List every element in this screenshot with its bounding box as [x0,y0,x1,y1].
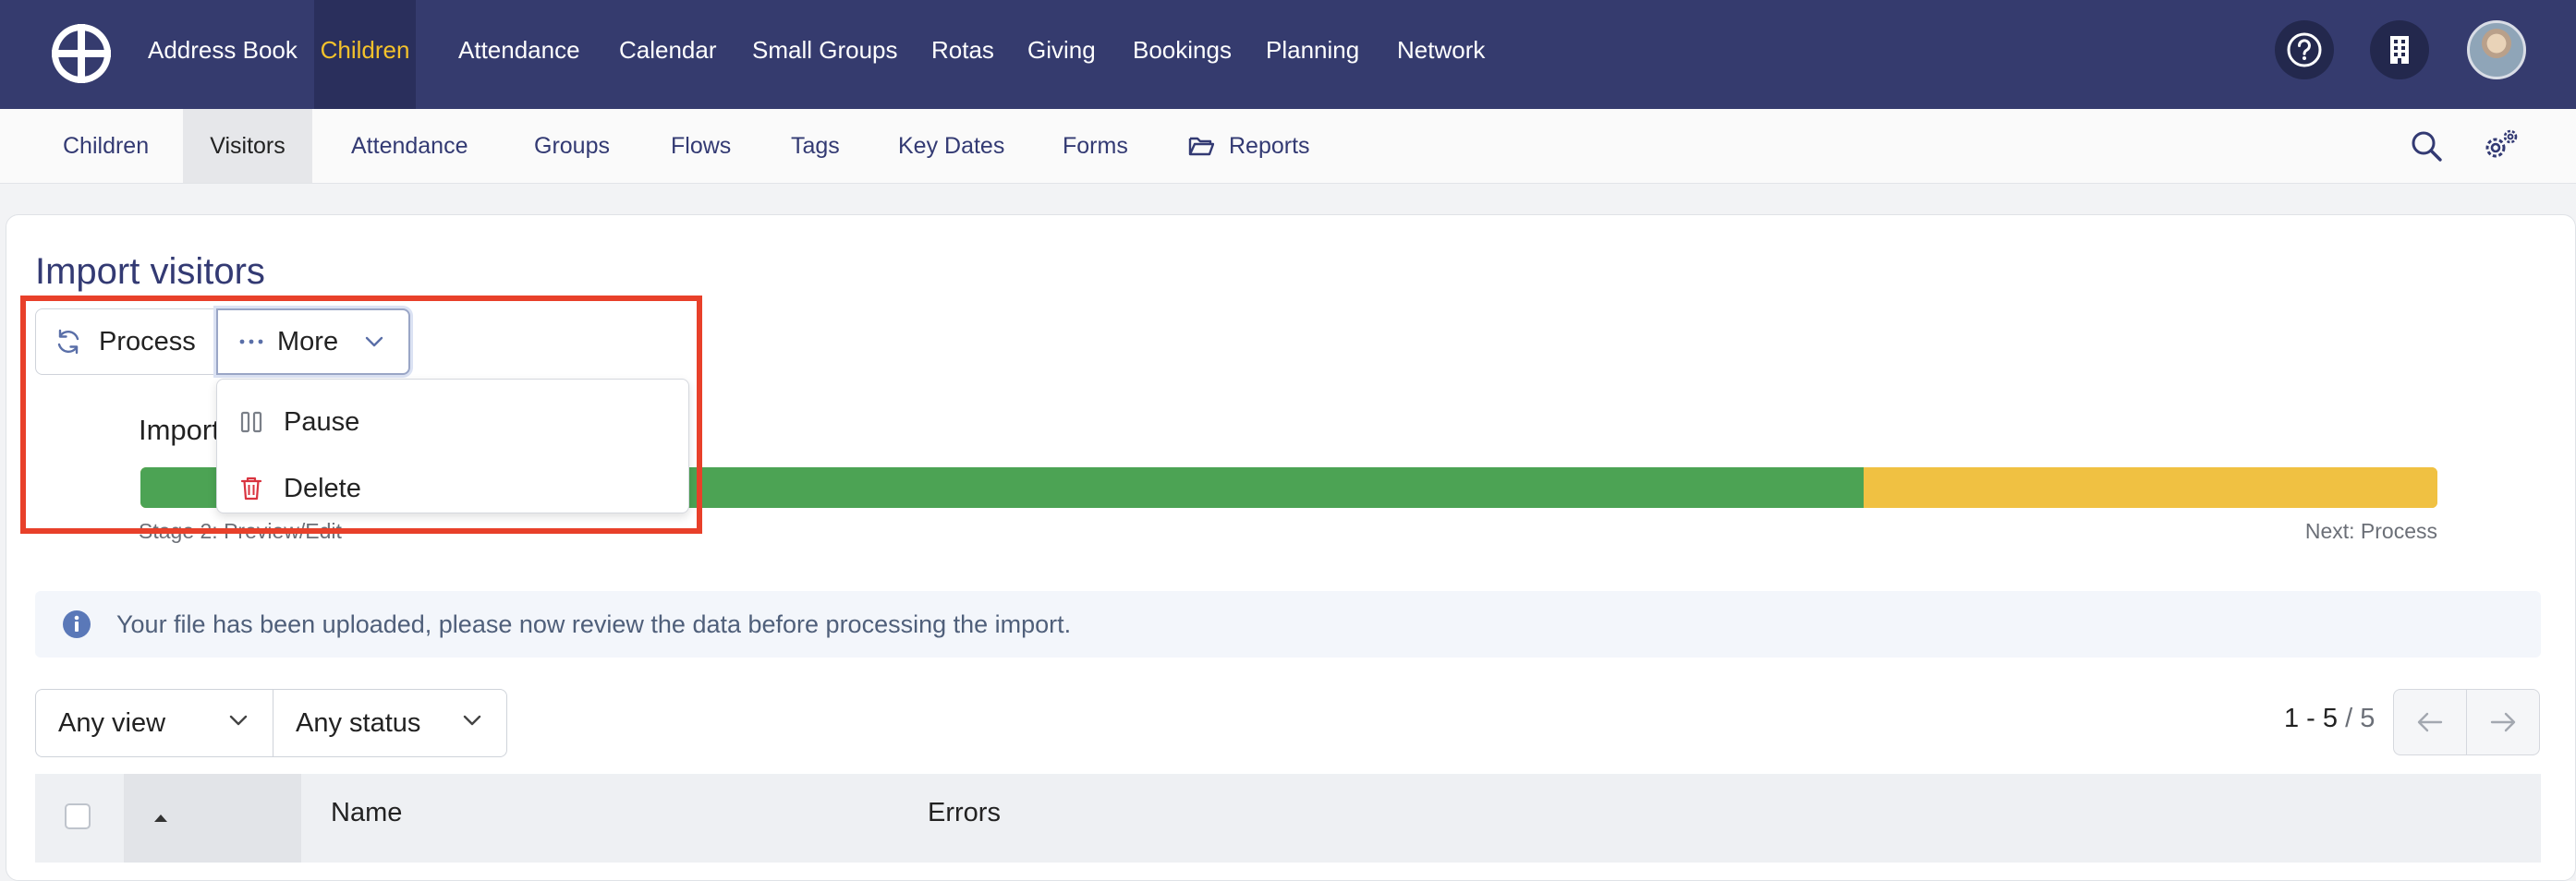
status-filter-value: Any status [296,707,421,738]
menu-item-pause[interactable]: Pause [239,396,359,448]
pause-icon [240,411,262,433]
help-icon [2287,32,2322,67]
info-message: Your file has been uploaded, please now … [116,609,1072,638]
select-all-checkbox[interactable] [65,803,91,829]
tab-forms[interactable]: Forms [1063,109,1128,183]
arrow-right-icon [2490,712,2516,732]
trash-icon [240,477,262,501]
nav-attendance[interactable]: Attendance [458,0,580,109]
tab-flows[interactable]: Flows [671,109,731,183]
organisation-button[interactable] [2370,20,2429,79]
refresh-icon [57,329,79,355]
help-button[interactable] [2275,20,2334,79]
view-filter-value: Any view [58,707,166,738]
tab-reports[interactable]: Reports [1188,109,1310,183]
pagination-separator: / [2338,704,2361,733]
avatar[interactable] [2467,20,2526,79]
pagination-summary: 1 - 5 / 5 [2284,704,2375,734]
chevron-down-icon [463,715,481,726]
nav-calendar[interactable]: Calendar [619,0,717,109]
more-button-label: More [277,326,339,356]
arrow-left-icon [2417,712,2443,732]
menu-item-delete[interactable]: Delete [239,463,361,514]
more-button[interactable]: More [216,308,410,375]
page-title: Import visitors [35,251,265,292]
nav-address-book[interactable]: Address Book [148,0,298,109]
previous-page-button[interactable] [2393,689,2467,755]
search-icon[interactable] [2406,126,2447,166]
nav-giving[interactable]: Giving [1027,0,1096,109]
sort-column-header[interactable] [124,774,301,863]
tab-children[interactable]: Children [63,109,149,183]
table-header [35,774,2541,863]
sub-navigation: Children Visitors Attendance Groups Flow… [0,109,2576,184]
nav-rotas[interactable]: Rotas [931,0,994,109]
view-filter-select[interactable]: Any view [35,689,273,757]
chevron-down-icon [365,336,383,347]
nav-small-groups[interactable]: Small Groups [752,0,898,109]
column-header-errors[interactable]: Errors [928,798,1001,828]
nav-bookings[interactable]: Bookings [1133,0,1232,109]
process-button[interactable]: Process [35,308,216,375]
tab-key-dates[interactable]: Key Dates [898,109,1004,183]
process-button-label: Process [99,326,196,356]
tab-visitors[interactable]: Visitors [183,109,312,183]
nav-planning[interactable]: Planning [1266,0,1359,109]
next-step-label: Next: Process [2304,519,2437,543]
info-icon [63,610,91,638]
chevron-down-icon [229,715,248,726]
status-filter-select[interactable]: Any status [273,689,507,757]
ellipsis-icon [239,339,263,344]
folder-open-icon [1188,137,1214,156]
building-icon [2390,36,2409,64]
tab-tags[interactable]: Tags [791,109,840,183]
stage-label: Stage 2: Preview/Edit [139,519,342,543]
tab-attendance[interactable]: Attendance [351,109,468,183]
nav-children[interactable]: Children [314,0,416,109]
tab-groups[interactable]: Groups [534,109,610,183]
logo-icon[interactable] [48,20,115,87]
top-navigation: Address Book Children Attendance Calenda… [0,0,2576,109]
tab-reports-label: Reports [1229,133,1310,159]
menu-item-pause-label: Pause [284,406,360,437]
progress-remaining [1863,467,2437,508]
column-header-name[interactable]: Name [331,798,402,828]
info-banner: Your file has been uploaded, please now … [35,591,2541,658]
settings-icon[interactable] [2480,126,2521,166]
menu-item-delete-label: Delete [284,473,361,503]
pagination-range: 1 - 5 [2284,704,2339,733]
sort-up-icon [154,815,167,822]
import-progress-label: Import [139,414,220,446]
next-page-button[interactable] [2466,689,2540,755]
pagination-total: 5 [2360,704,2376,733]
nav-network[interactable]: Network [1397,0,1485,109]
more-dropdown-menu: Pause Delete [216,379,689,513]
